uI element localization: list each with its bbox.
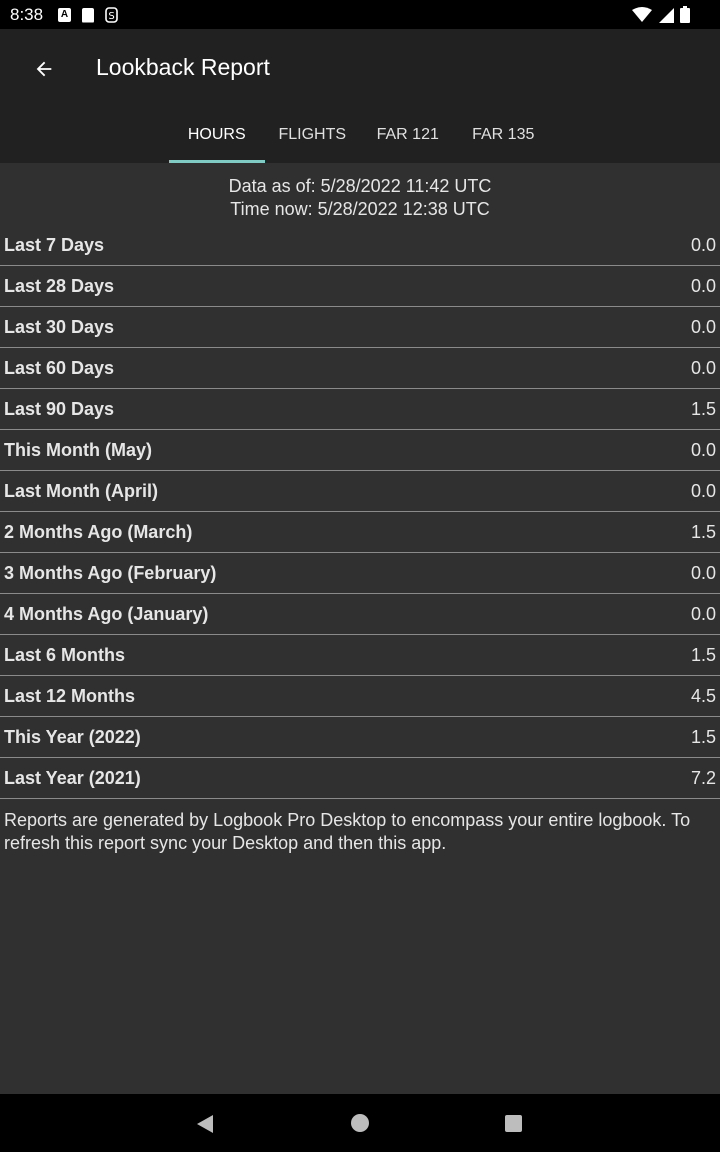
status-icons-left: A S bbox=[58, 7, 118, 23]
table-row: 2 Months Ago (March) 1.5 bbox=[0, 512, 720, 553]
row-value: 4.5 bbox=[690, 685, 716, 706]
row-value: 1.5 bbox=[690, 644, 716, 665]
system-nav-bar bbox=[0, 1094, 720, 1152]
row-label: Last Month (April) bbox=[4, 480, 158, 501]
table-row: 4 Months Ago (January) 0.0 bbox=[0, 594, 720, 635]
battery-icon bbox=[680, 6, 690, 23]
tab-far-135[interactable]: FAR 135 bbox=[456, 116, 552, 163]
table-row: Last 30 Days 0.0 bbox=[0, 307, 720, 348]
row-label: This Month (May) bbox=[4, 439, 152, 460]
data-as-of: Data as of: 5/28/2022 11:42 UTC bbox=[228, 176, 492, 196]
nav-back-icon[interactable] bbox=[196, 1114, 214, 1134]
tab-bar: HOURS FLIGHTS FAR 121 FAR 135 bbox=[169, 116, 551, 163]
row-label: Last 12 Months bbox=[4, 685, 136, 706]
svg-text:S: S bbox=[108, 11, 114, 22]
row-value: 0.0 bbox=[690, 275, 716, 296]
table-row: Last 28 Days 0.0 bbox=[0, 266, 720, 307]
row-label: Last 60 Days bbox=[4, 357, 115, 378]
a-icon: A bbox=[58, 8, 71, 22]
wifi-icon bbox=[632, 6, 652, 22]
report-rows: Last 7 Days 0.0 Last 28 Days 0.0 Last 30 D… bbox=[0, 225, 720, 799]
row-value: 1.5 bbox=[690, 398, 716, 419]
row-label: Last 7 Days bbox=[4, 234, 105, 255]
row-label: Last 6 Months bbox=[4, 644, 126, 665]
table-row: Last 6 Months 1.5 bbox=[0, 635, 720, 676]
status-time: 8:38 bbox=[10, 5, 44, 24]
row-label: 4 Months Ago (January) bbox=[4, 603, 209, 624]
row-value: 0.0 bbox=[690, 316, 716, 337]
row-value: 0.0 bbox=[690, 480, 716, 501]
tab-far-121[interactable]: FAR 121 bbox=[360, 116, 456, 163]
row-value: 0.0 bbox=[690, 603, 716, 624]
time-now: Time now: 5/28/2022 12:38 UTC bbox=[230, 199, 490, 219]
row-value: 1.5 bbox=[690, 726, 716, 747]
table-row: Last 90 Days 1.5 bbox=[0, 389, 720, 430]
row-value: 0.0 bbox=[690, 234, 716, 255]
row-label: Last 90 Days bbox=[4, 398, 115, 419]
table-row: This Month (May) 0.0 bbox=[0, 430, 720, 471]
nav-home-icon[interactable] bbox=[351, 1114, 369, 1132]
row-label: Last Year (2021) bbox=[4, 767, 141, 788]
footer-note: Reports are generated by Logbook Pro Des… bbox=[4, 810, 691, 853]
data-timestamps: Data as of: 5/28/2022 11:42 UTC Time now… bbox=[0, 163, 720, 221]
status-bar: 8:38 A S bbox=[0, 0, 720, 29]
row-label: This Year (2022) bbox=[4, 726, 141, 747]
row-label: 2 Months Ago (March) bbox=[4, 521, 193, 542]
table-row: This Year (2022) 1.5 bbox=[0, 717, 720, 758]
sd-card-icon bbox=[82, 7, 94, 23]
s-icon: S bbox=[105, 7, 118, 23]
table-row: Last 7 Days 0.0 bbox=[0, 225, 720, 266]
table-row: Last 60 Days 0.0 bbox=[0, 348, 720, 389]
row-value: 7.2 bbox=[690, 767, 716, 788]
row-label: Last 30 Days bbox=[4, 316, 115, 337]
row-value: 0.0 bbox=[690, 562, 716, 583]
table-row: Last Month (April) 0.0 bbox=[0, 471, 720, 512]
row-value: 0.0 bbox=[690, 357, 716, 378]
table-row: Last 12 Months 4.5 bbox=[0, 676, 720, 717]
status-icons-right bbox=[632, 6, 690, 23]
table-row: 3 Months Ago (February) 0.0 bbox=[0, 553, 720, 594]
row-value: 0.0 bbox=[690, 439, 716, 460]
back-button[interactable] bbox=[24, 49, 64, 89]
tab-hours[interactable]: HOURS bbox=[169, 116, 265, 163]
table-row: Last Year (2021) 7.2 bbox=[0, 758, 720, 799]
row-label: Last 28 Days bbox=[4, 275, 115, 296]
row-value: 1.5 bbox=[690, 521, 716, 542]
app-bar: Lookback Report HOURS FLIGHTS FAR 121 FA… bbox=[0, 29, 720, 163]
signal-icon bbox=[659, 7, 674, 23]
report-content: Data as of: 5/28/2022 11:42 UTC Time now… bbox=[0, 163, 720, 855]
row-label: 3 Months Ago (February) bbox=[4, 562, 217, 583]
page-title: Lookback Report bbox=[96, 54, 270, 80]
nav-recents-icon[interactable] bbox=[505, 1115, 522, 1132]
arrow-back-icon bbox=[36, 61, 52, 77]
tab-flights[interactable]: FLIGHTS bbox=[265, 116, 361, 163]
